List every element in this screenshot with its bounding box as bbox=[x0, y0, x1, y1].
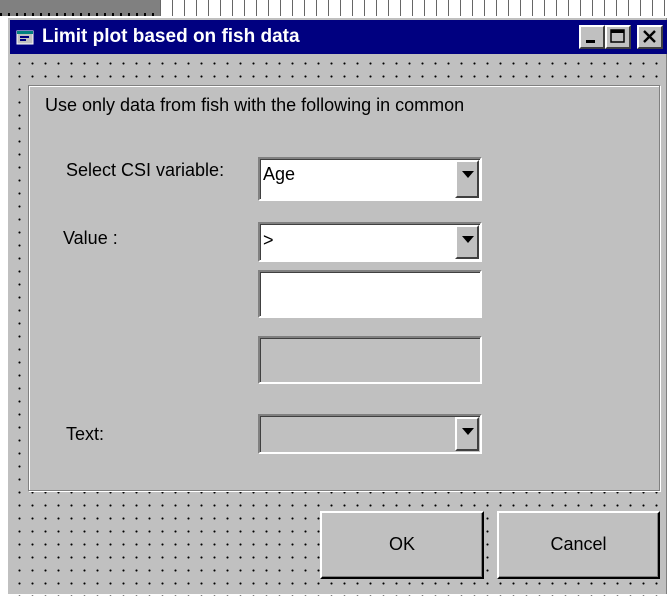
maximize-button[interactable] bbox=[605, 25, 631, 49]
csi-variable-label: Select CSI variable: bbox=[66, 160, 225, 180]
operator-dropdown-button[interactable] bbox=[455, 225, 479, 259]
minimize-button[interactable] bbox=[579, 25, 605, 49]
ruler-ticks bbox=[160, 0, 667, 16]
ruler-shaded-region bbox=[0, 0, 160, 16]
title-bar[interactable]: Limit plot based on fish data bbox=[10, 20, 667, 54]
text-select[interactable] bbox=[258, 414, 482, 454]
minimize-icon bbox=[586, 40, 595, 43]
maximize-icon bbox=[610, 29, 625, 43]
close-icon bbox=[643, 30, 656, 43]
ok-button[interactable]: OK bbox=[320, 511, 484, 579]
csi-variable-select[interactable]: Age bbox=[258, 157, 482, 201]
value-label: Value : bbox=[63, 228, 118, 248]
cancel-button[interactable]: Cancel bbox=[497, 511, 660, 579]
close-button[interactable] bbox=[637, 25, 663, 49]
frame-caption: Use only data from fish with the followi… bbox=[41, 95, 469, 116]
chevron-down-icon bbox=[462, 428, 474, 435]
text-dropdown-button[interactable] bbox=[455, 417, 479, 451]
value-secondary-input[interactable] bbox=[258, 336, 482, 384]
designer-ruler bbox=[0, 0, 667, 16]
chevron-down-icon bbox=[462, 171, 474, 178]
operator-select[interactable]: > bbox=[258, 222, 482, 262]
operator-value: > bbox=[263, 230, 274, 250]
csi-variable-value: Age bbox=[263, 164, 296, 184]
csi-variable-dropdown-button[interactable] bbox=[455, 160, 479, 198]
chevron-down-icon bbox=[462, 236, 474, 243]
window-title: Limit plot based on fish data bbox=[42, 26, 300, 47]
app-icon[interactable] bbox=[16, 28, 36, 46]
text-label: Text: bbox=[66, 424, 105, 444]
value-input[interactable] bbox=[258, 270, 482, 318]
